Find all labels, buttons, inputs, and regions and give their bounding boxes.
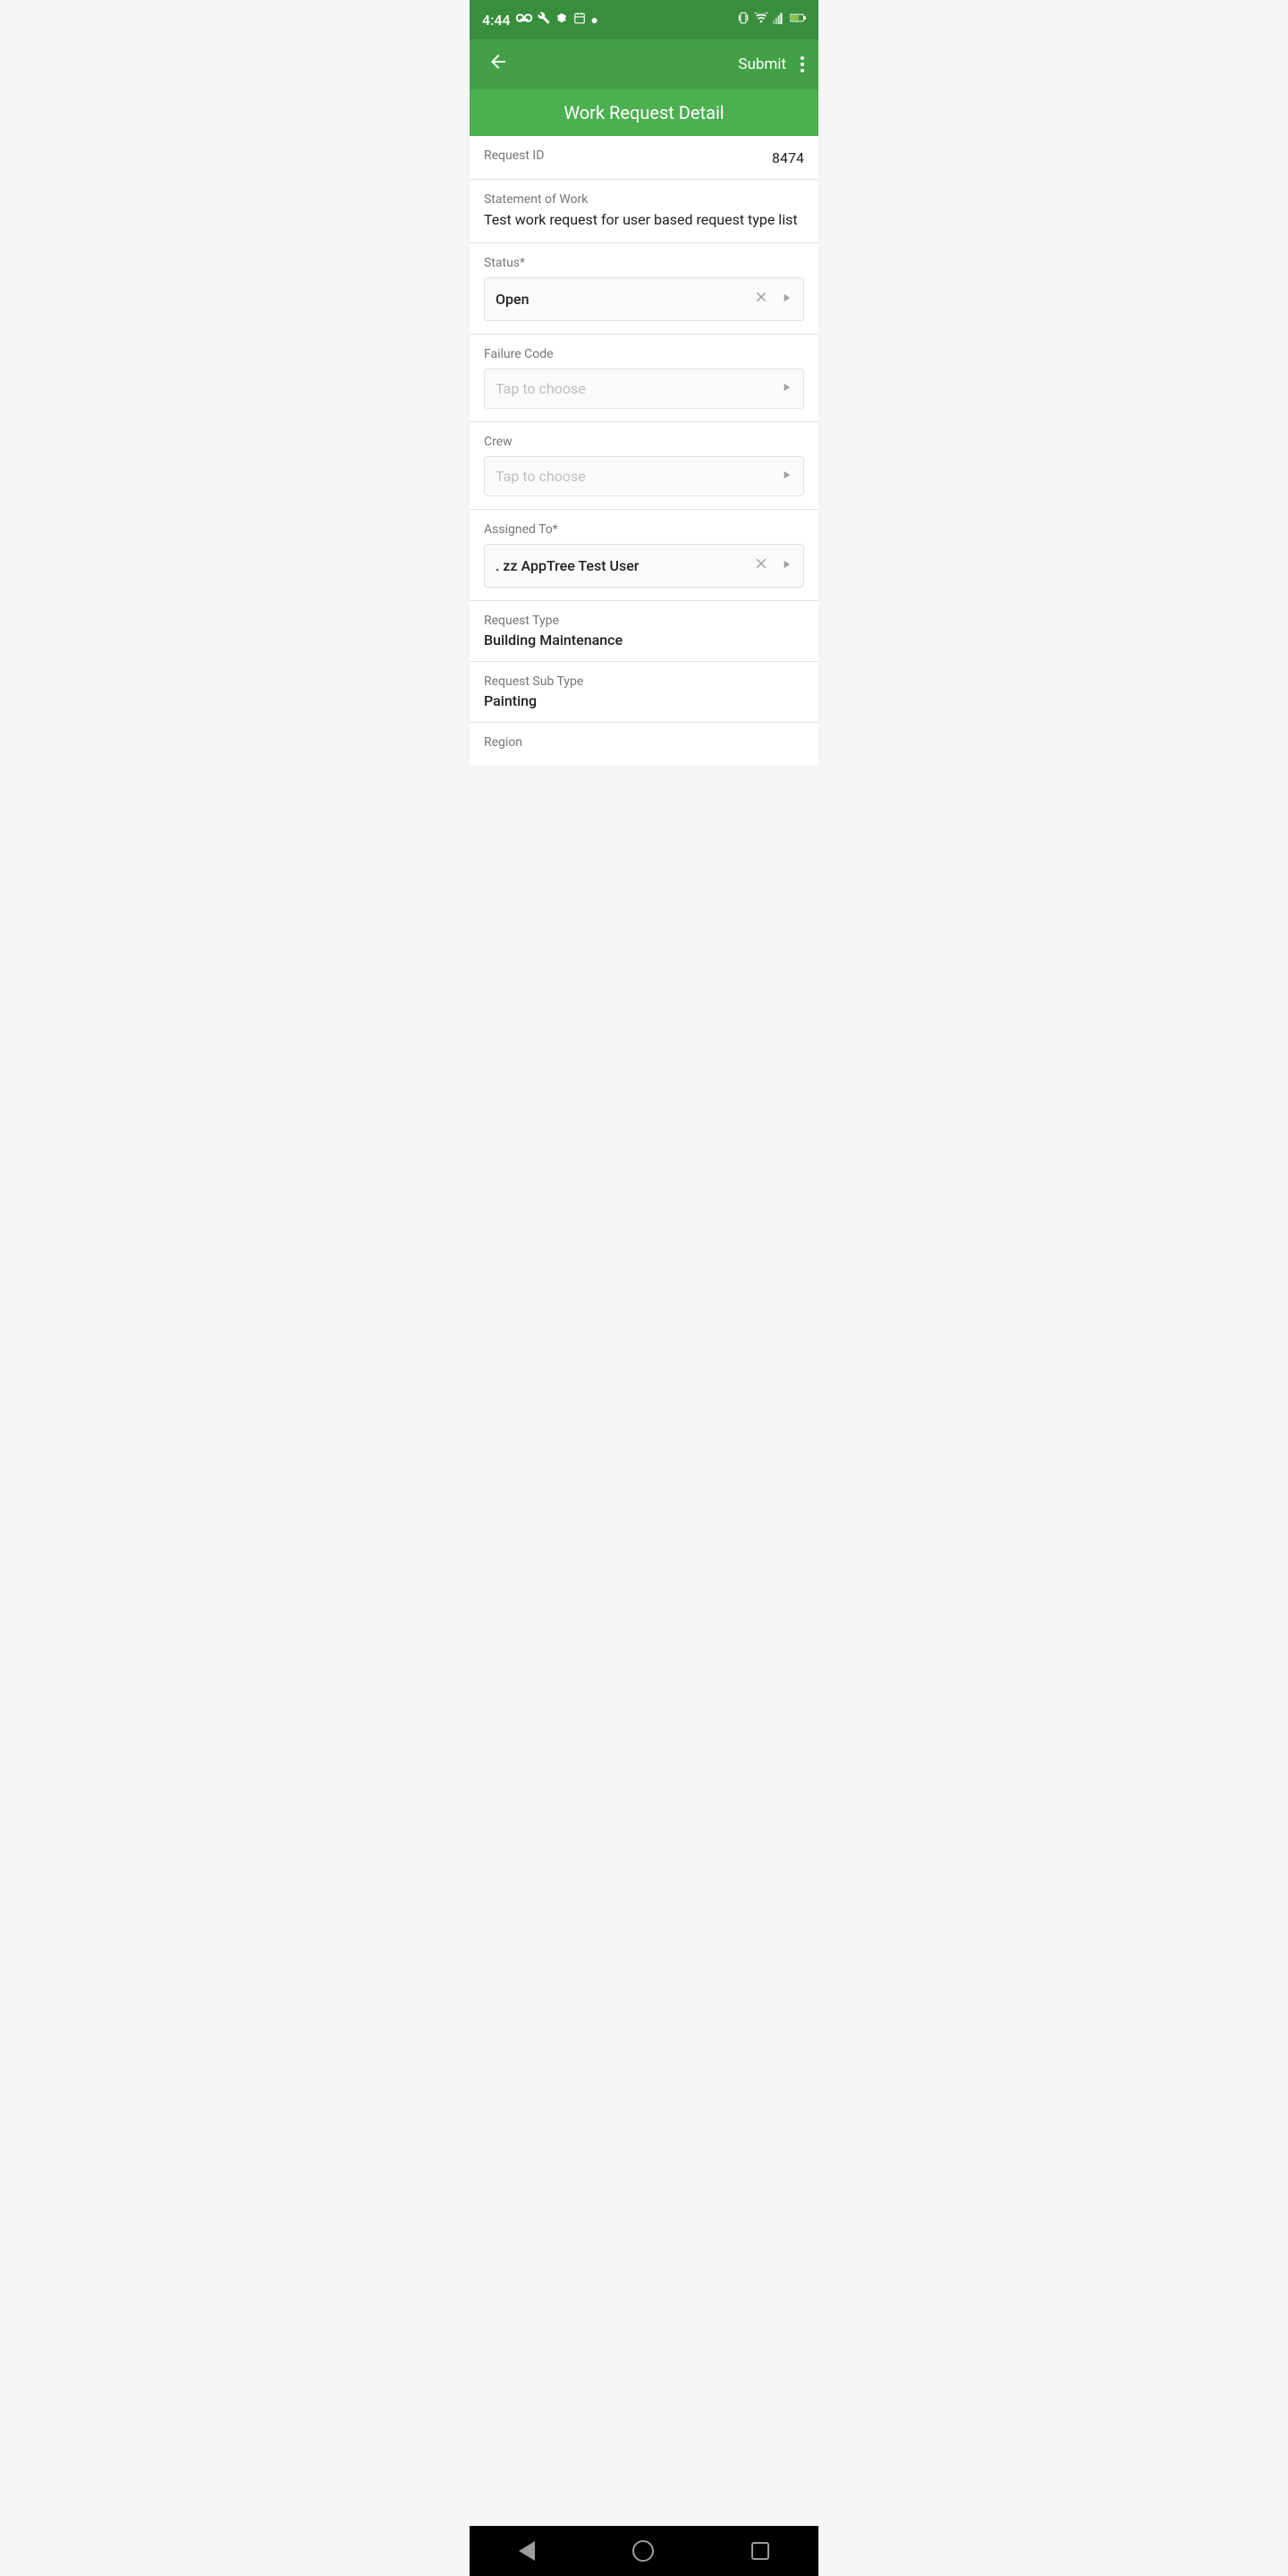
nav-back-button[interactable] — [519, 2541, 535, 2561]
status-clear-icon[interactable] — [753, 289, 769, 309]
failure-code-label: Failure Code — [484, 347, 804, 361]
navigation-bar — [470, 2526, 818, 2576]
assigned-to-dropdown[interactable]: . zz AppTree Test User — [484, 544, 804, 588]
more-dot-1 — [801, 56, 804, 60]
status-bar-right — [737, 11, 806, 29]
status-value: Open — [496, 291, 530, 308]
crew-dropdown[interactable]: Tap to choose — [484, 456, 804, 496]
statement-of-work-field: Statement of Work Test work request for … — [470, 180, 818, 243]
crew-field-section: Crew Tap to choose — [470, 422, 818, 510]
assigned-to-value: . zz AppTree Test User — [496, 557, 639, 574]
crew-label: Crew — [484, 435, 804, 449]
more-dot-3 — [801, 69, 804, 72]
dropbox-icon — [555, 12, 568, 28]
failure-code-actions — [780, 380, 792, 397]
wrench-icon — [538, 12, 550, 28]
status-arrow-icon — [780, 291, 792, 308]
assigned-to-clear-icon[interactable] — [753, 555, 769, 576]
request-id-label: Request ID — [484, 148, 544, 163]
vibrate-icon — [737, 11, 750, 29]
nav-spacer — [470, 766, 818, 816]
request-type-field: Request Type Building Maintenance — [470, 601, 818, 662]
app-bar-left — [484, 47, 513, 81]
request-sub-type-label: Request Sub Type — [484, 674, 804, 689]
region-field: Region — [470, 723, 818, 766]
dot-icon: ● — [591, 13, 598, 28]
failure-code-placeholder: Tap to choose — [496, 380, 586, 397]
assigned-to-label: Assigned To* — [484, 522, 804, 537]
crew-arrow-icon — [780, 468, 792, 485]
app-bar: Submit — [470, 39, 818, 89]
battery-icon — [790, 13, 806, 27]
assigned-to-arrow-icon — [780, 557, 792, 574]
back-button[interactable] — [484, 47, 513, 81]
failure-code-arrow-icon — [780, 380, 792, 397]
statement-of-work-label: Statement of Work — [484, 192, 804, 207]
status-actions — [753, 289, 792, 309]
nav-home-button[interactable] — [632, 2540, 654, 2562]
more-dot-2 — [801, 63, 804, 66]
wifi-icon — [754, 13, 768, 27]
signal-icon — [773, 12, 785, 28]
nav-recents-square-icon — [751, 2542, 769, 2560]
request-id-field: Request ID 8474 — [470, 136, 818, 180]
assigned-to-actions — [753, 555, 792, 576]
assigned-to-field-section: Assigned To* . zz AppTree Test User — [470, 510, 818, 601]
status-field-section: Status* Open — [470, 243, 818, 335]
nav-home-circle-icon — [632, 2540, 654, 2562]
nav-recents-button[interactable] — [751, 2542, 769, 2560]
status-dropdown[interactable]: Open — [484, 277, 804, 321]
nav-back-triangle-icon — [519, 2541, 535, 2561]
status-time: 4:44 — [482, 12, 511, 29]
request-type-label: Request Type — [484, 614, 804, 628]
more-options-button[interactable] — [801, 56, 804, 72]
app-bar-right: Submit — [738, 55, 804, 73]
crew-placeholder: Tap to choose — [496, 468, 586, 485]
status-bar-left: 4:44 — [482, 12, 598, 29]
title-bar: Work Request Detail — [470, 89, 818, 136]
request-type-value: Building Maintenance — [484, 631, 804, 648]
calendar-icon — [573, 12, 586, 28]
crew-actions — [780, 468, 792, 485]
status-bar: 4:44 — [470, 0, 818, 39]
failure-code-field-section: Failure Code Tap to choose — [470, 335, 818, 422]
region-label: Region — [484, 735, 804, 750]
page-title: Work Request Detail — [564, 102, 724, 123]
submit-button[interactable]: Submit — [738, 55, 786, 73]
statement-of-work-value: Test work request for user based request… — [484, 210, 804, 230]
voicemail-icon — [516, 13, 532, 27]
failure-code-dropdown[interactable]: Tap to choose — [484, 369, 804, 409]
request-sub-type-value: Painting — [484, 692, 804, 709]
request-id-value: 8474 — [772, 149, 804, 166]
request-sub-type-field: Request Sub Type Painting — [470, 662, 818, 723]
status-label: Status* — [484, 256, 804, 270]
content-area: Request ID 8474 Statement of Work Test w… — [470, 136, 818, 766]
